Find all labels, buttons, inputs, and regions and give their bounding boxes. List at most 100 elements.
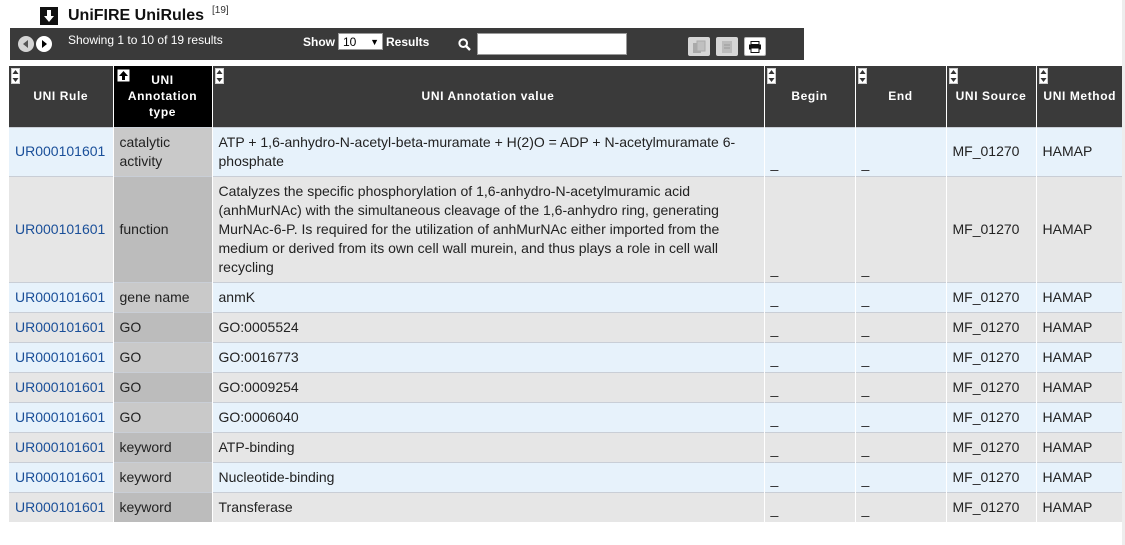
results-label: Results (386, 35, 430, 49)
annotation-type-cell: keyword (112, 461, 212, 492)
begin-cell: _ (763, 311, 855, 342)
header-label: UNI Annotation type (127, 73, 198, 120)
annotation-value-cell: ATP + 1,6-anhydro-N-acetyl-beta-muramate… (211, 126, 764, 176)
sort-icon (857, 68, 867, 84)
annotation-value-cell: GO:0009254 (211, 371, 764, 402)
end-cell: _ (854, 341, 946, 372)
rule-cell: UR000101601 (9, 461, 113, 492)
source-cell: MF_01270 (945, 371, 1036, 402)
page-size-select[interactable]: 10 ▼ (338, 33, 383, 50)
begin-cell: _ (763, 175, 855, 282)
rule-cell: UR000101601 (9, 431, 113, 462)
annotation-value-cell: anmK (211, 281, 764, 312)
export-icon[interactable] (716, 37, 738, 56)
chevron-down-icon: ▼ (370, 36, 379, 47)
end-cell: _ (854, 491, 946, 522)
rule-link[interactable]: UR000101601 (15, 409, 105, 425)
column-header-annotation-type[interactable]: UNI Annotation type (112, 66, 212, 127)
show-label: Show (303, 35, 335, 49)
table-toolbar: Showing 1 to 10 of 19 results Show 10 ▼ … (10, 28, 804, 60)
source-cell: MF_01270 (945, 126, 1036, 176)
rule-cell: UR000101601 (9, 401, 113, 432)
begin-cell: _ (763, 371, 855, 402)
begin-cell: _ (763, 431, 855, 462)
annotation-value-cell: GO:0016773 (211, 341, 764, 372)
next-page-icon[interactable] (36, 36, 52, 52)
header-label: UNI Source (955, 89, 1027, 104)
table-row: UR000101601 keyword Transferase _ _ MF_01270 H… (9, 491, 1123, 522)
unirules-table: UNI Rule UNI Annotation type UNI Annotat… (9, 66, 1123, 522)
rule-link[interactable]: UR000101601 (15, 319, 105, 335)
arrow-down-icon[interactable] (40, 7, 58, 25)
table-row: UR000101601 function Catalyzes the specifi… (9, 175, 1123, 282)
column-header-end[interactable]: End (854, 66, 946, 127)
header-label: UNI Rule (33, 89, 89, 104)
source-cell: MF_01270 (945, 401, 1036, 432)
rule-link[interactable]: UR000101601 (15, 439, 105, 455)
table-row: UR000101601 GO GO:0009254 _ _ MF_01270 HAMAP (9, 371, 1123, 402)
end-cell: _ (854, 371, 946, 402)
table-header-row: UNI Rule UNI Annotation type UNI Annotat… (9, 66, 1123, 127)
annotation-value-cell: Catalyzes the specific phosphorylation o… (211, 175, 764, 282)
table-row: UR000101601 gene name anmK _ _ MF_01270 HAMAP (9, 281, 1123, 312)
rule-link[interactable]: UR000101601 (15, 499, 105, 515)
begin-cell: _ (763, 401, 855, 432)
annotation-type-cell: function (112, 175, 212, 282)
citation-ref[interactable]: [19] (212, 5, 229, 16)
header-label: UNI Method (1043, 89, 1117, 104)
rule-link[interactable]: UR000101601 (15, 349, 105, 365)
table-body: UR000101601 catalytic activity ATP + 1,6-a… (9, 126, 1123, 522)
table-row: UR000101601 keyword Nucleotide-binding _ _ MF… (9, 461, 1123, 492)
annotation-type-cell: GO (112, 401, 212, 432)
source-cell: MF_01270 (945, 175, 1036, 282)
header-label: Begin (791, 89, 828, 104)
annotation-type-cell: keyword (112, 491, 212, 522)
sort-icon (11, 68, 20, 84)
table-row: UR000101601 GO GO:0006040 _ _ MF_01270 HAMAP (9, 401, 1123, 432)
source-cell: MF_01270 (945, 431, 1036, 462)
source-cell: MF_01270 (945, 341, 1036, 372)
annotation-type-cell: GO (112, 311, 212, 342)
header-label: End (888, 89, 913, 104)
rule-cell: UR000101601 (9, 175, 113, 282)
annotation-value-cell: Nucleotide-binding (211, 461, 764, 492)
section-header: UniFIRE UniRules [19] (40, 5, 229, 26)
rule-link[interactable]: UR000101601 (15, 379, 105, 395)
column-header-method[interactable]: UNI Method (1035, 66, 1123, 127)
column-header-source[interactable]: UNI Source (945, 66, 1036, 127)
method-cell: HAMAP (1035, 281, 1123, 312)
rule-link[interactable]: UR000101601 (15, 469, 105, 485)
copy-icon[interactable] (688, 37, 710, 56)
begin-cell: _ (763, 341, 855, 372)
method-cell: HAMAP (1035, 341, 1123, 372)
section-title: UniFIRE UniRules (68, 7, 205, 24)
column-header-uni-rule[interactable]: UNI Rule (9, 66, 113, 127)
rule-link[interactable]: UR000101601 (15, 221, 105, 237)
rule-cell: UR000101601 (9, 281, 113, 312)
rule-cell: UR000101601 (9, 311, 113, 342)
page-size-value: 10 (343, 34, 357, 49)
column-header-annotation-value[interactable]: UNI Annotation value (211, 66, 764, 127)
sort-icon (766, 68, 776, 84)
print-icon[interactable] (744, 37, 766, 56)
search-input[interactable] (477, 33, 627, 55)
begin-cell: _ (763, 281, 855, 312)
table-row: UR000101601 keyword ATP-binding _ _ MF_01270 H… (9, 431, 1123, 462)
begin-cell: _ (763, 491, 855, 522)
rule-cell: UR000101601 (9, 341, 113, 372)
rule-link[interactable]: UR000101601 (15, 289, 105, 305)
rule-cell: UR000101601 (9, 491, 113, 522)
annotation-value-cell: GO:0006040 (211, 401, 764, 432)
column-header-begin[interactable]: Begin (763, 66, 855, 127)
end-cell: _ (854, 126, 946, 176)
prev-page-icon[interactable] (18, 36, 34, 52)
annotation-type-cell: GO (112, 371, 212, 402)
rule-link[interactable]: UR000101601 (15, 143, 105, 159)
annotation-value-cell: GO:0005524 (211, 311, 764, 342)
sort-icon (214, 68, 224, 84)
sort-icon (948, 68, 958, 84)
annotation-type-cell: catalytic activity (112, 126, 212, 176)
method-cell: HAMAP (1035, 461, 1123, 492)
method-cell: HAMAP (1035, 126, 1123, 176)
results-info: Showing 1 to 10 of 19 results (68, 33, 223, 47)
